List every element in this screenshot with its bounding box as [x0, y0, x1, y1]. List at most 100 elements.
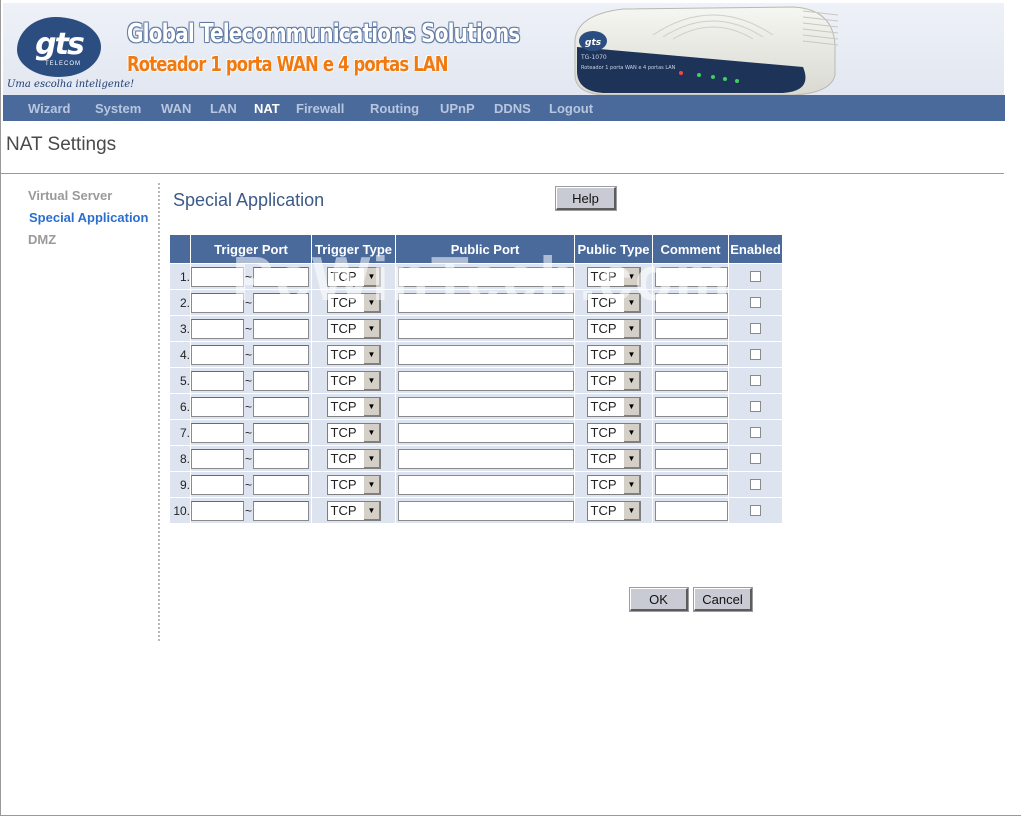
enabled-checkbox[interactable]	[750, 505, 761, 516]
enabled-checkbox[interactable]	[750, 375, 761, 386]
comment-input[interactable]	[655, 396, 728, 417]
comment-input[interactable]	[655, 292, 728, 313]
comment-input[interactable]	[655, 318, 728, 339]
enabled-checkbox[interactable]	[750, 271, 761, 282]
public-port-input[interactable]	[398, 448, 574, 469]
help-button[interactable]: Help	[555, 186, 617, 211]
chevron-down-icon[interactable]: ▼	[622, 345, 640, 364]
nav-lan[interactable]: LAN	[210, 101, 237, 116]
chevron-down-icon[interactable]: ▼	[622, 293, 640, 312]
trigger-port-end-input[interactable]	[253, 500, 309, 521]
trigger-port-start-input[interactable]	[191, 396, 244, 417]
nav-routing[interactable]: Routing	[370, 101, 419, 116]
public-port-input[interactable]	[398, 318, 574, 339]
public-type-select[interactable]: TCP ▼	[586, 318, 641, 339]
trigger-port-end-input[interactable]	[253, 344, 309, 365]
trigger-port-start-input[interactable]	[191, 344, 244, 365]
nav-ddns[interactable]: DDNS	[494, 101, 531, 116]
nav-system[interactable]: System	[95, 101, 141, 116]
cancel-button[interactable]: Cancel	[693, 587, 753, 612]
trigger-port-end-input[interactable]	[253, 318, 309, 339]
comment-input[interactable]	[655, 500, 728, 521]
public-port-input[interactable]	[398, 370, 574, 391]
trigger-type-select[interactable]: TCP ▼	[326, 448, 381, 469]
enabled-checkbox[interactable]	[750, 479, 761, 490]
trigger-port-start-input[interactable]	[191, 474, 244, 495]
enabled-checkbox[interactable]	[750, 323, 761, 334]
public-type-select[interactable]: TCP ▼	[586, 344, 641, 365]
nav-upnp[interactable]: UPnP	[440, 101, 475, 116]
public-type-select[interactable]: TCP ▼	[586, 292, 641, 313]
trigger-port-end-input[interactable]	[253, 422, 309, 443]
trigger-type-select[interactable]: TCP ▼	[326, 344, 381, 365]
trigger-type-select[interactable]: TCP ▼	[326, 318, 381, 339]
chevron-down-icon[interactable]: ▼	[362, 319, 380, 338]
comment-input[interactable]	[655, 266, 728, 287]
chevron-down-icon[interactable]: ▼	[362, 449, 380, 468]
trigger-type-select[interactable]: TCP ▼	[326, 266, 381, 287]
trigger-port-start-input[interactable]	[191, 500, 244, 521]
chevron-down-icon[interactable]: ▼	[362, 371, 380, 390]
trigger-port-end-input[interactable]	[253, 448, 309, 469]
trigger-port-start-input[interactable]	[191, 422, 244, 443]
public-type-select[interactable]: TCP ▼	[586, 448, 641, 469]
sidebar-item-virtual-server[interactable]: Virtual Server	[28, 188, 112, 203]
public-type-select[interactable]: TCP ▼	[586, 474, 641, 495]
chevron-down-icon[interactable]: ▼	[622, 475, 640, 494]
sidebar-item-special-application[interactable]: Special Application	[29, 210, 148, 225]
comment-input[interactable]	[655, 370, 728, 391]
public-port-input[interactable]	[398, 344, 574, 365]
chevron-down-icon[interactable]: ▼	[622, 267, 640, 286]
trigger-port-start-input[interactable]	[191, 266, 244, 287]
chevron-down-icon[interactable]: ▼	[622, 371, 640, 390]
public-port-input[interactable]	[398, 422, 574, 443]
sidebar-item-dmz[interactable]: DMZ	[28, 232, 56, 247]
trigger-port-end-input[interactable]	[253, 292, 309, 313]
chevron-down-icon[interactable]: ▼	[622, 449, 640, 468]
chevron-down-icon[interactable]: ▼	[362, 397, 380, 416]
trigger-type-select[interactable]: TCP ▼	[326, 370, 381, 391]
nav-nat[interactable]: NAT	[254, 101, 280, 116]
chevron-down-icon[interactable]: ▼	[362, 267, 380, 286]
nav-wan[interactable]: WAN	[161, 101, 191, 116]
public-port-input[interactable]	[398, 474, 574, 495]
chevron-down-icon[interactable]: ▼	[362, 475, 380, 494]
trigger-port-start-input[interactable]	[191, 318, 244, 339]
comment-input[interactable]	[655, 474, 728, 495]
comment-input[interactable]	[655, 448, 728, 469]
nav-firewall[interactable]: Firewall	[296, 101, 344, 116]
ok-button[interactable]: OK	[629, 587, 689, 612]
chevron-down-icon[interactable]: ▼	[622, 423, 640, 442]
enabled-checkbox[interactable]	[750, 453, 761, 464]
public-type-select[interactable]: TCP ▼	[586, 422, 641, 443]
public-port-input[interactable]	[398, 500, 574, 521]
nav-logout[interactable]: Logout	[549, 101, 593, 116]
trigger-type-select[interactable]: TCP ▼	[326, 500, 381, 521]
trigger-port-start-input[interactable]	[191, 292, 244, 313]
chevron-down-icon[interactable]: ▼	[362, 293, 380, 312]
enabled-checkbox[interactable]	[750, 427, 761, 438]
enabled-checkbox[interactable]	[750, 297, 761, 308]
trigger-port-end-input[interactable]	[253, 370, 309, 391]
trigger-port-end-input[interactable]	[253, 396, 309, 417]
public-port-input[interactable]	[398, 266, 574, 287]
nav-wizard[interactable]: Wizard	[28, 101, 71, 116]
comment-input[interactable]	[655, 344, 728, 365]
comment-input[interactable]	[655, 422, 728, 443]
trigger-port-start-input[interactable]	[191, 370, 244, 391]
trigger-type-select[interactable]: TCP ▼	[326, 292, 381, 313]
enabled-checkbox[interactable]	[750, 349, 761, 360]
chevron-down-icon[interactable]: ▼	[622, 501, 640, 520]
chevron-down-icon[interactable]: ▼	[622, 397, 640, 416]
trigger-type-select[interactable]: TCP ▼	[326, 474, 381, 495]
public-port-input[interactable]	[398, 396, 574, 417]
public-type-select[interactable]: TCP ▼	[586, 266, 641, 287]
trigger-port-end-input[interactable]	[253, 474, 309, 495]
public-type-select[interactable]: TCP ▼	[586, 396, 641, 417]
chevron-down-icon[interactable]: ▼	[622, 319, 640, 338]
chevron-down-icon[interactable]: ▼	[362, 501, 380, 520]
chevron-down-icon[interactable]: ▼	[362, 345, 380, 364]
trigger-port-end-input[interactable]	[253, 266, 309, 287]
trigger-port-start-input[interactable]	[191, 448, 244, 469]
trigger-type-select[interactable]: TCP ▼	[326, 422, 381, 443]
